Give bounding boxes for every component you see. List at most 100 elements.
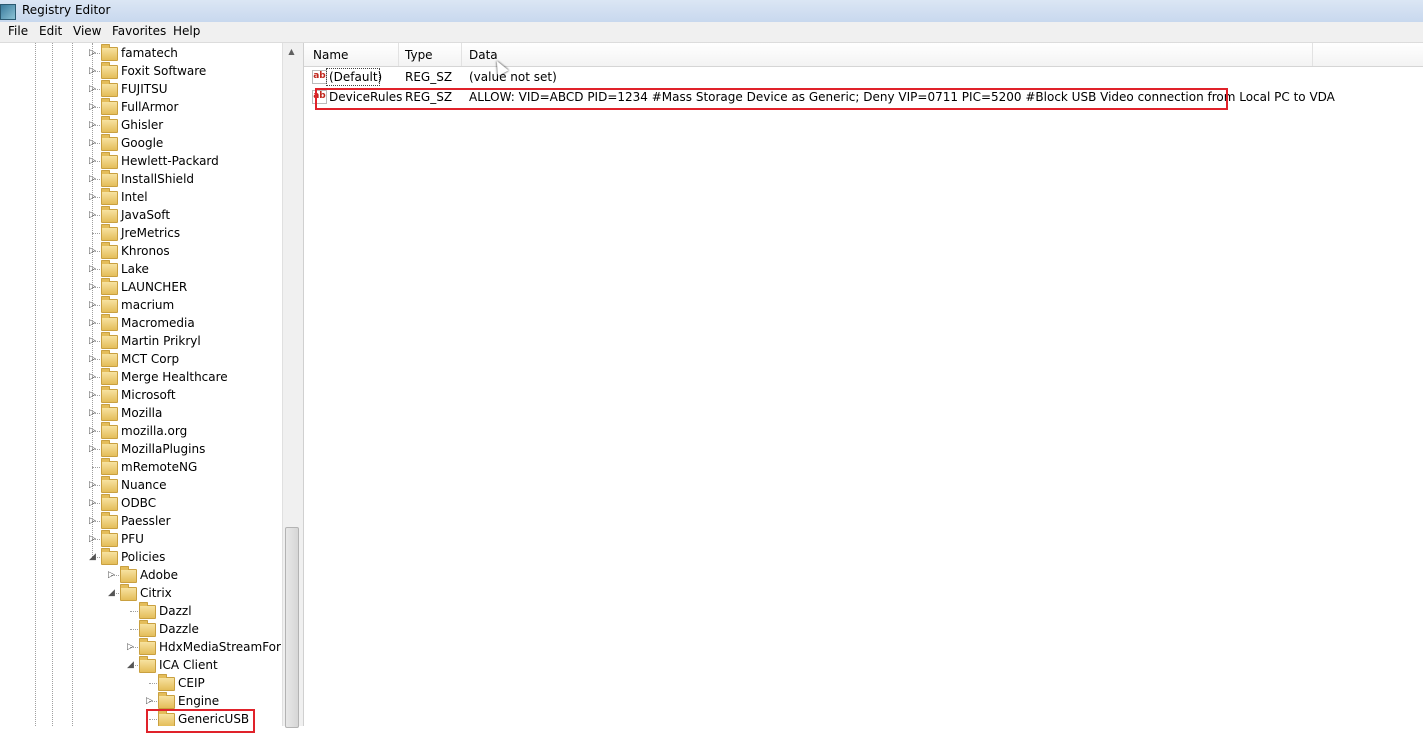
- tree-item[interactable]: ▷ Khronos: [0, 242, 281, 260]
- tree-item[interactable]: ▷ Nuance: [0, 476, 281, 494]
- tree-item[interactable]: ▷ JavaSoft: [0, 206, 281, 224]
- expand-arrow-icon[interactable]: ▷: [88, 332, 97, 350]
- tree-item[interactable]: ▷ Adobe: [0, 566, 281, 584]
- tree-item[interactable]: ▷ MozillaPlugins: [0, 440, 281, 458]
- tree-item[interactable]: Dazzle: [0, 620, 281, 638]
- tree-item-label: CEIP: [178, 676, 205, 690]
- tree-item[interactable]: JreMetrics: [0, 224, 281, 242]
- expand-arrow-icon[interactable]: ▷: [88, 62, 97, 80]
- expand-arrow-icon[interactable]: ▷: [88, 116, 97, 134]
- menu-help[interactable]: Help: [171, 24, 202, 38]
- collapse-arrow-icon[interactable]: ◢: [88, 548, 97, 566]
- tree-item-label: Nuance: [121, 478, 167, 492]
- tree-connector: [130, 611, 138, 612]
- tree-item[interactable]: ▷ Microsoft: [0, 386, 281, 404]
- expand-arrow-icon[interactable]: ▷: [126, 638, 135, 656]
- tree-item[interactable]: ◢ ICA Client: [0, 656, 281, 674]
- folder-icon: [101, 152, 118, 169]
- expand-arrow-icon[interactable]: ▷: [88, 98, 97, 116]
- expand-arrow-icon[interactable]: ▷: [88, 404, 97, 422]
- expand-arrow-icon[interactable]: ▷: [88, 386, 97, 404]
- tree-item[interactable]: ▷ Hewlett-Packard: [0, 152, 281, 170]
- column-separator[interactable]: [461, 43, 462, 66]
- tree-item[interactable]: ▷ InstallShield: [0, 170, 281, 188]
- tree-vertical-scrollbar[interactable]: ▲: [282, 43, 300, 728]
- tree-item-label: mRemoteNG: [121, 460, 198, 474]
- tree-item[interactable]: ▷ LAUNCHER: [0, 278, 281, 296]
- column-separator[interactable]: [398, 43, 399, 66]
- scroll-up-arrow-icon[interactable]: ▲: [283, 43, 300, 60]
- tree-item[interactable]: ▷ Foxit Software: [0, 62, 281, 80]
- folder-icon: [101, 494, 118, 511]
- menu-file[interactable]: File: [6, 24, 30, 38]
- registry-key-tree[interactable]: ▷ famatech ▷ Foxit Software ▷ FUJITSU ▷ FullArm…: [0, 43, 281, 726]
- tree-item[interactable]: ▷ Merge Healthcare: [0, 368, 281, 386]
- tree-item[interactable]: ▷ Macromedia: [0, 314, 281, 332]
- values-list[interactable]: Name Type Data ab (Default) REG_SZ (valu…: [303, 43, 1423, 726]
- scroll-thumb[interactable]: [285, 527, 299, 728]
- tree-item[interactable]: ▷ Intel: [0, 188, 281, 206]
- expand-arrow-icon[interactable]: ▷: [88, 278, 97, 296]
- menu-edit[interactable]: Edit: [37, 24, 64, 38]
- expand-arrow-icon[interactable]: ▷: [88, 314, 97, 332]
- tree-item-label: InstallShield: [121, 172, 195, 186]
- expand-arrow-icon[interactable]: ▷: [88, 134, 97, 152]
- expand-arrow-icon[interactable]: ▷: [88, 80, 97, 98]
- expand-arrow-icon[interactable]: ▷: [88, 188, 97, 206]
- tree-item[interactable]: ▷ FullArmor: [0, 98, 281, 116]
- tree-item[interactable]: ▷ Lake: [0, 260, 281, 278]
- expand-arrow-icon[interactable]: ▷: [88, 170, 97, 188]
- expand-arrow-icon[interactable]: ▷: [107, 566, 116, 584]
- tree-item[interactable]: ▷ Mozilla: [0, 404, 281, 422]
- tree-item[interactable]: ▷ MCT Corp: [0, 350, 281, 368]
- expand-arrow-icon[interactable]: ▷: [88, 368, 97, 386]
- tree-item[interactable]: Dazzl: [0, 602, 281, 620]
- tree-item[interactable]: ▷ Paessler: [0, 512, 281, 530]
- expand-arrow-icon[interactable]: ▷: [145, 692, 154, 710]
- tree-item-label: JavaSoft: [121, 208, 171, 222]
- expand-arrow-icon[interactable]: ▷: [88, 260, 97, 278]
- expand-arrow-icon[interactable]: ▷: [88, 242, 97, 260]
- expand-arrow-icon[interactable]: ▷: [88, 440, 97, 458]
- collapse-arrow-icon[interactable]: ◢: [107, 584, 116, 602]
- column-type-header[interactable]: Type: [405, 48, 433, 62]
- expand-arrow-icon[interactable]: ▷: [88, 44, 97, 62]
- tree-item[interactable]: ▷ Ghisler: [0, 116, 281, 134]
- folder-icon: [101, 548, 118, 565]
- tree-item[interactable]: ▷ ODBC: [0, 494, 281, 512]
- tree-item[interactable]: ▷ FUJITSU: [0, 80, 281, 98]
- column-data-header[interactable]: Data: [469, 48, 498, 62]
- menu-view[interactable]: View: [71, 24, 103, 38]
- expand-arrow-icon[interactable]: ▷: [88, 152, 97, 170]
- tree-item[interactable]: ▷ Martin Prikryl: [0, 332, 281, 350]
- tree-item[interactable]: ▷ HdxMediaStreamForFla: [0, 638, 281, 656]
- expand-arrow-icon[interactable]: ▷: [88, 350, 97, 368]
- tree-item-label: ODBC: [121, 496, 157, 510]
- tree-item[interactable]: ▷ macrium: [0, 296, 281, 314]
- folder-icon: [101, 80, 118, 97]
- tree-item[interactable]: ▷ Google: [0, 134, 281, 152]
- tree-item[interactable]: ▷ mozilla.org: [0, 422, 281, 440]
- menu-favorites[interactable]: Favorites: [110, 24, 168, 38]
- tree-item[interactable]: ▷ Engine: [0, 692, 281, 710]
- tree-item-label: Google: [121, 136, 164, 150]
- expand-arrow-icon[interactable]: ▷: [88, 422, 97, 440]
- column-separator[interactable]: [1312, 43, 1313, 66]
- folder-icon: [101, 116, 118, 133]
- expand-arrow-icon[interactable]: ▷: [88, 512, 97, 530]
- collapse-arrow-icon[interactable]: ◢: [126, 656, 135, 674]
- tree-item[interactable]: ▷ famatech: [0, 44, 281, 62]
- tree-item[interactable]: CEIP: [0, 674, 281, 692]
- tree-item[interactable]: ◢ Citrix: [0, 584, 281, 602]
- column-name-header[interactable]: Name: [313, 48, 348, 62]
- tree-item[interactable]: ▷ PFU: [0, 530, 281, 548]
- expand-arrow-icon[interactable]: ▷: [88, 476, 97, 494]
- expand-arrow-icon[interactable]: ▷: [88, 296, 97, 314]
- expand-arrow-icon[interactable]: ▷: [88, 206, 97, 224]
- tree-item[interactable]: mRemoteNG: [0, 458, 281, 476]
- folder-icon: [101, 332, 118, 349]
- tree-item-label: LAUNCHER: [121, 280, 188, 294]
- expand-arrow-icon[interactable]: ▷: [88, 494, 97, 512]
- expand-arrow-icon[interactable]: ▷: [88, 530, 97, 548]
- tree-item[interactable]: ◢ Policies: [0, 548, 281, 566]
